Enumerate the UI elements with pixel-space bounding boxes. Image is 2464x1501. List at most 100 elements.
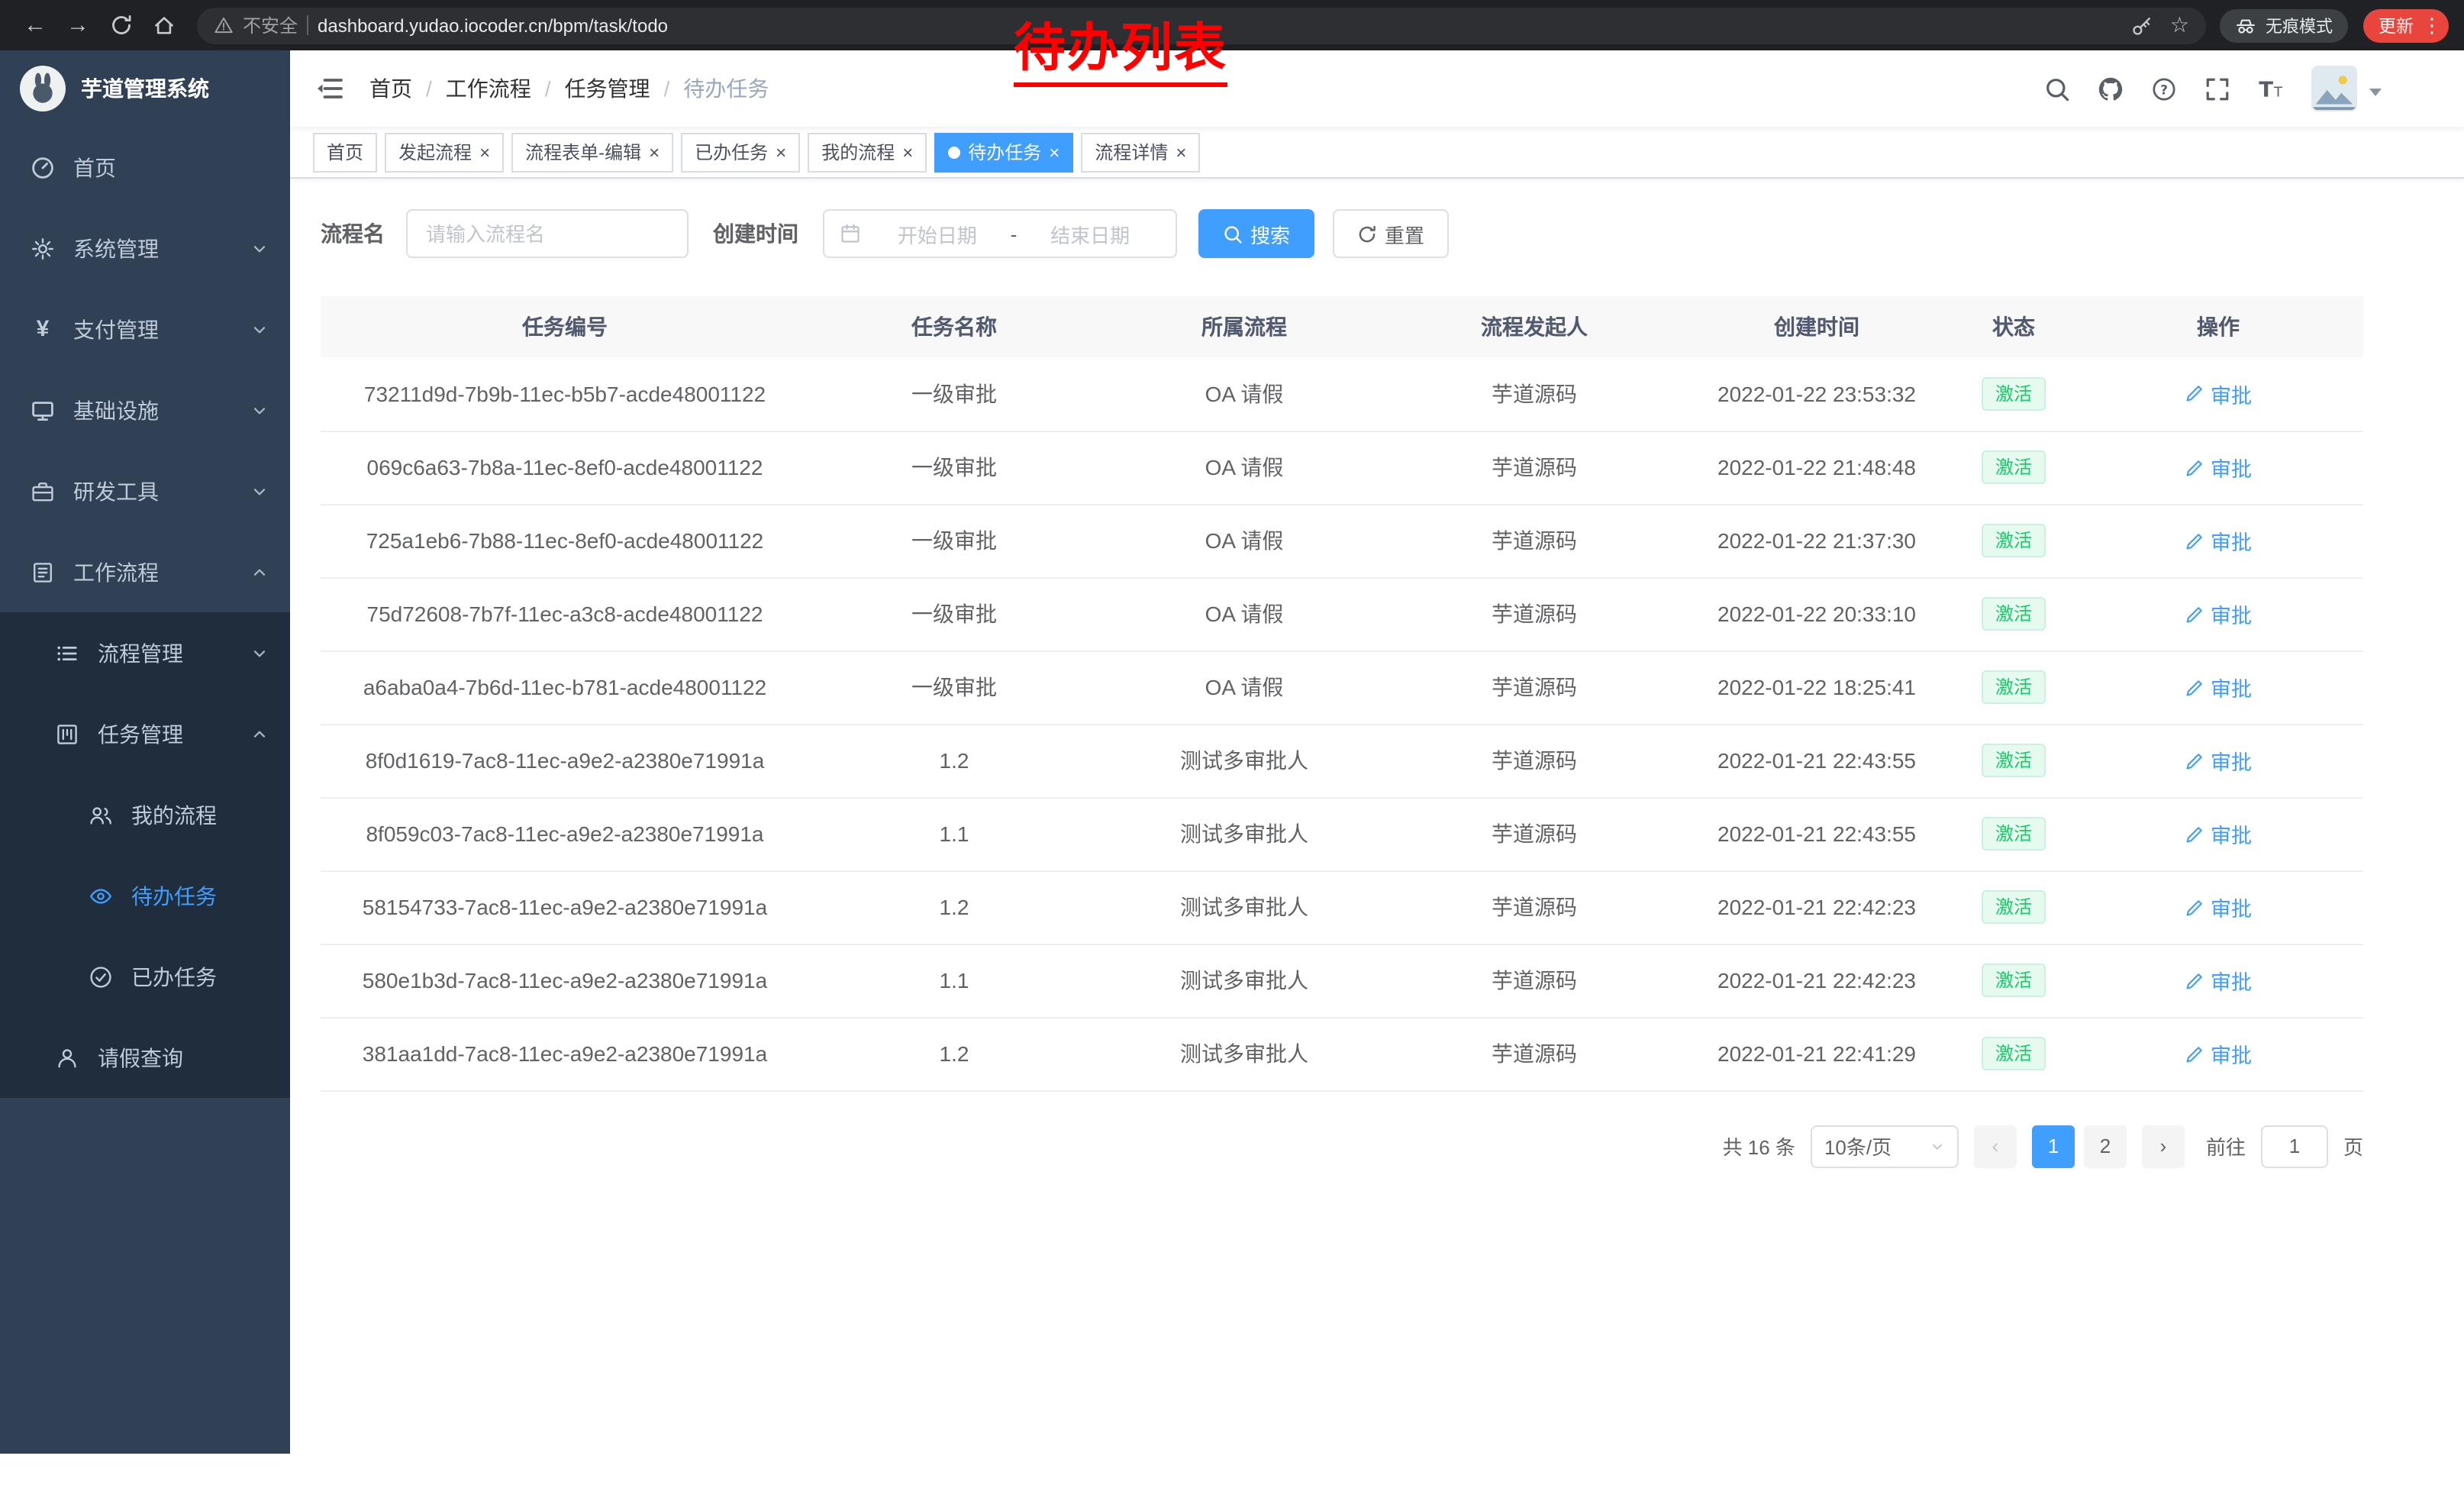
sidebar-item-infrastructure[interactable]: 基础设施: [0, 370, 290, 450]
sidebar-item-process-mgmt[interactable]: 流程管理: [0, 612, 290, 693]
update-button[interactable]: 更新 ⋮: [2363, 8, 2449, 42]
help-icon[interactable]: ?: [2151, 76, 2177, 102]
hamburger-icon[interactable]: [314, 73, 345, 104]
bookmark-star-icon[interactable]: ☆: [2170, 12, 2189, 38]
column-header: 任务名称: [809, 296, 1099, 357]
approve-button[interactable]: 审批: [2185, 452, 2252, 483]
close-tab-icon[interactable]: ×: [1049, 143, 1059, 161]
tab-done-tasks[interactable]: 已办任务×: [681, 132, 800, 172]
approve-button[interactable]: 审批: [2185, 599, 2252, 629]
column-header: 流程发起人: [1389, 296, 1679, 357]
tab-process-detail[interactable]: 流程详情×: [1081, 132, 1200, 172]
github-icon[interactable]: [2098, 76, 2124, 102]
sidebar-item-payment[interactable]: ¥支付管理: [0, 289, 290, 370]
incognito-label: 无痕模式: [2266, 13, 2333, 37]
back-icon[interactable]: ←: [15, 7, 55, 44]
page-size-select[interactable]: 10条/页: [1811, 1125, 1959, 1167]
avatar[interactable]: [2311, 66, 2357, 111]
page-button-2[interactable]: 2: [2084, 1125, 2127, 1167]
close-tab-icon[interactable]: ×: [776, 143, 786, 161]
fullscreen-icon[interactable]: [2204, 76, 2230, 102]
font-size-icon[interactable]: TT: [2258, 76, 2284, 102]
forward-icon[interactable]: →: [58, 7, 98, 44]
goto-page-input[interactable]: [2261, 1125, 2328, 1167]
calendar-icon: [840, 223, 861, 244]
cell-task-name: 1.2: [809, 870, 1099, 944]
tab-todo-tasks[interactable]: 待办任务 ×: [934, 132, 1073, 172]
gear-icon: [31, 236, 55, 260]
column-header: 操作: [2073, 296, 2363, 357]
cell-task-id: 725a1eb6-7b88-11ec-8ef0-acde48001122: [321, 504, 809, 577]
sidebar-item-label: 首页: [73, 152, 116, 182]
approve-label: 审批: [2211, 818, 2252, 849]
active-tab-dot: [948, 146, 960, 158]
sidebar-item-my-process[interactable]: 我的流程: [0, 774, 290, 855]
password-key-icon[interactable]: [2132, 15, 2153, 36]
tab-label: 待办任务: [968, 139, 1041, 165]
search-icon[interactable]: [2044, 76, 2070, 102]
sidebar-item-label: 支付管理: [73, 314, 159, 344]
reset-button-label: 重置: [1385, 219, 1424, 248]
tab-form-edit[interactable]: 流程表单-编辑×: [511, 132, 673, 172]
cell-starter: 芋道源码: [1389, 577, 1679, 650]
close-tab-icon[interactable]: ×: [479, 143, 490, 161]
breadcrumb-item[interactable]: 任务管理: [565, 73, 650, 104]
chevron-down-icon: [1930, 1138, 1945, 1154]
close-tab-icon[interactable]: ×: [902, 143, 913, 161]
status-badge: 激活: [1982, 890, 2046, 925]
approve-button[interactable]: 审批: [2185, 965, 2252, 996]
tab-start-process[interactable]: 发起流程×: [385, 132, 504, 172]
menu-dots-icon[interactable]: ⋮: [2421, 13, 2443, 37]
approve-button[interactable]: 审批: [2185, 892, 2252, 922]
cell-task-name: 一级审批: [809, 650, 1099, 724]
reload-icon[interactable]: [101, 7, 140, 44]
sidebar-item-home[interactable]: 首页: [0, 127, 290, 208]
process-name-input[interactable]: [406, 209, 689, 258]
close-tab-icon[interactable]: ×: [649, 143, 660, 161]
approve-button[interactable]: 审批: [2185, 1038, 2252, 1069]
sidebar-item-todo-tasks[interactable]: 待办任务: [0, 855, 290, 936]
cell-task-id: 8f059c03-7ac8-11ec-a9e2-a2380e71991a: [321, 797, 809, 870]
home-icon[interactable]: [144, 7, 183, 44]
prev-page-button[interactable]: ‹: [1974, 1125, 2017, 1167]
approve-button[interactable]: 审批: [2185, 672, 2252, 702]
search-button[interactable]: 搜索: [1198, 209, 1314, 258]
sidebar-item-done-tasks[interactable]: 已办任务: [0, 936, 290, 1017]
people-icon: [89, 802, 113, 827]
app-logo[interactable]: 芋道管理系统: [0, 50, 290, 127]
tab-my-process[interactable]: 我的流程×: [808, 132, 927, 172]
cell-task-name: 一级审批: [809, 431, 1099, 504]
status-badge: 激活: [1982, 744, 2046, 778]
app-title: 芋道管理系统: [81, 73, 209, 104]
avatar-caret-icon[interactable]: [2369, 88, 2382, 102]
approve-button[interactable]: 审批: [2185, 379, 2252, 409]
sidebar-item-workflow[interactable]: 工作流程: [0, 531, 290, 612]
end-date-placeholder: 结束日期: [1020, 219, 1160, 248]
tab-home[interactable]: 首页: [313, 132, 377, 172]
approve-button[interactable]: 审批: [2185, 525, 2252, 556]
close-tab-icon[interactable]: ×: [1176, 143, 1186, 161]
cell-task-name: 一级审批: [809, 357, 1099, 431]
sidebar-item-system[interactable]: 系统管理: [0, 208, 290, 289]
approve-button[interactable]: 审批: [2185, 745, 2252, 776]
breadcrumb-item[interactable]: 工作流程: [446, 73, 531, 104]
url-text[interactable]: dashboard.yudao.iocoder.cn/bpm/task/todo: [318, 15, 668, 36]
breadcrumb-item[interactable]: 首页: [369, 73, 412, 104]
sidebar-item-devtools[interactable]: 研发工具: [0, 450, 290, 531]
approve-label: 审批: [2211, 745, 2252, 776]
reset-button[interactable]: 重置: [1333, 209, 1449, 258]
sidebar-item-task-mgmt[interactable]: 任务管理: [0, 693, 290, 774]
security-label[interactable]: 不安全: [243, 12, 298, 38]
filter-bar: 流程名 创建时间 开始日期 - 结束日期 搜索 重: [321, 209, 2433, 258]
annotation-overlay: 待办列表: [1014, 6, 1227, 87]
chevron-up-icon: [250, 725, 269, 743]
approve-label: 审批: [2211, 599, 2252, 629]
sidebar-item-leave-query[interactable]: 请假查询: [0, 1017, 290, 1098]
approve-label: 审批: [2211, 965, 2252, 996]
date-range-picker[interactable]: 开始日期 - 结束日期: [823, 209, 1177, 258]
chevron-down-icon: [250, 239, 269, 257]
search-icon: [1223, 224, 1243, 244]
page-button-1[interactable]: 1: [2032, 1125, 2075, 1167]
approve-button[interactable]: 审批: [2185, 818, 2252, 849]
next-page-button[interactable]: ›: [2142, 1125, 2185, 1167]
